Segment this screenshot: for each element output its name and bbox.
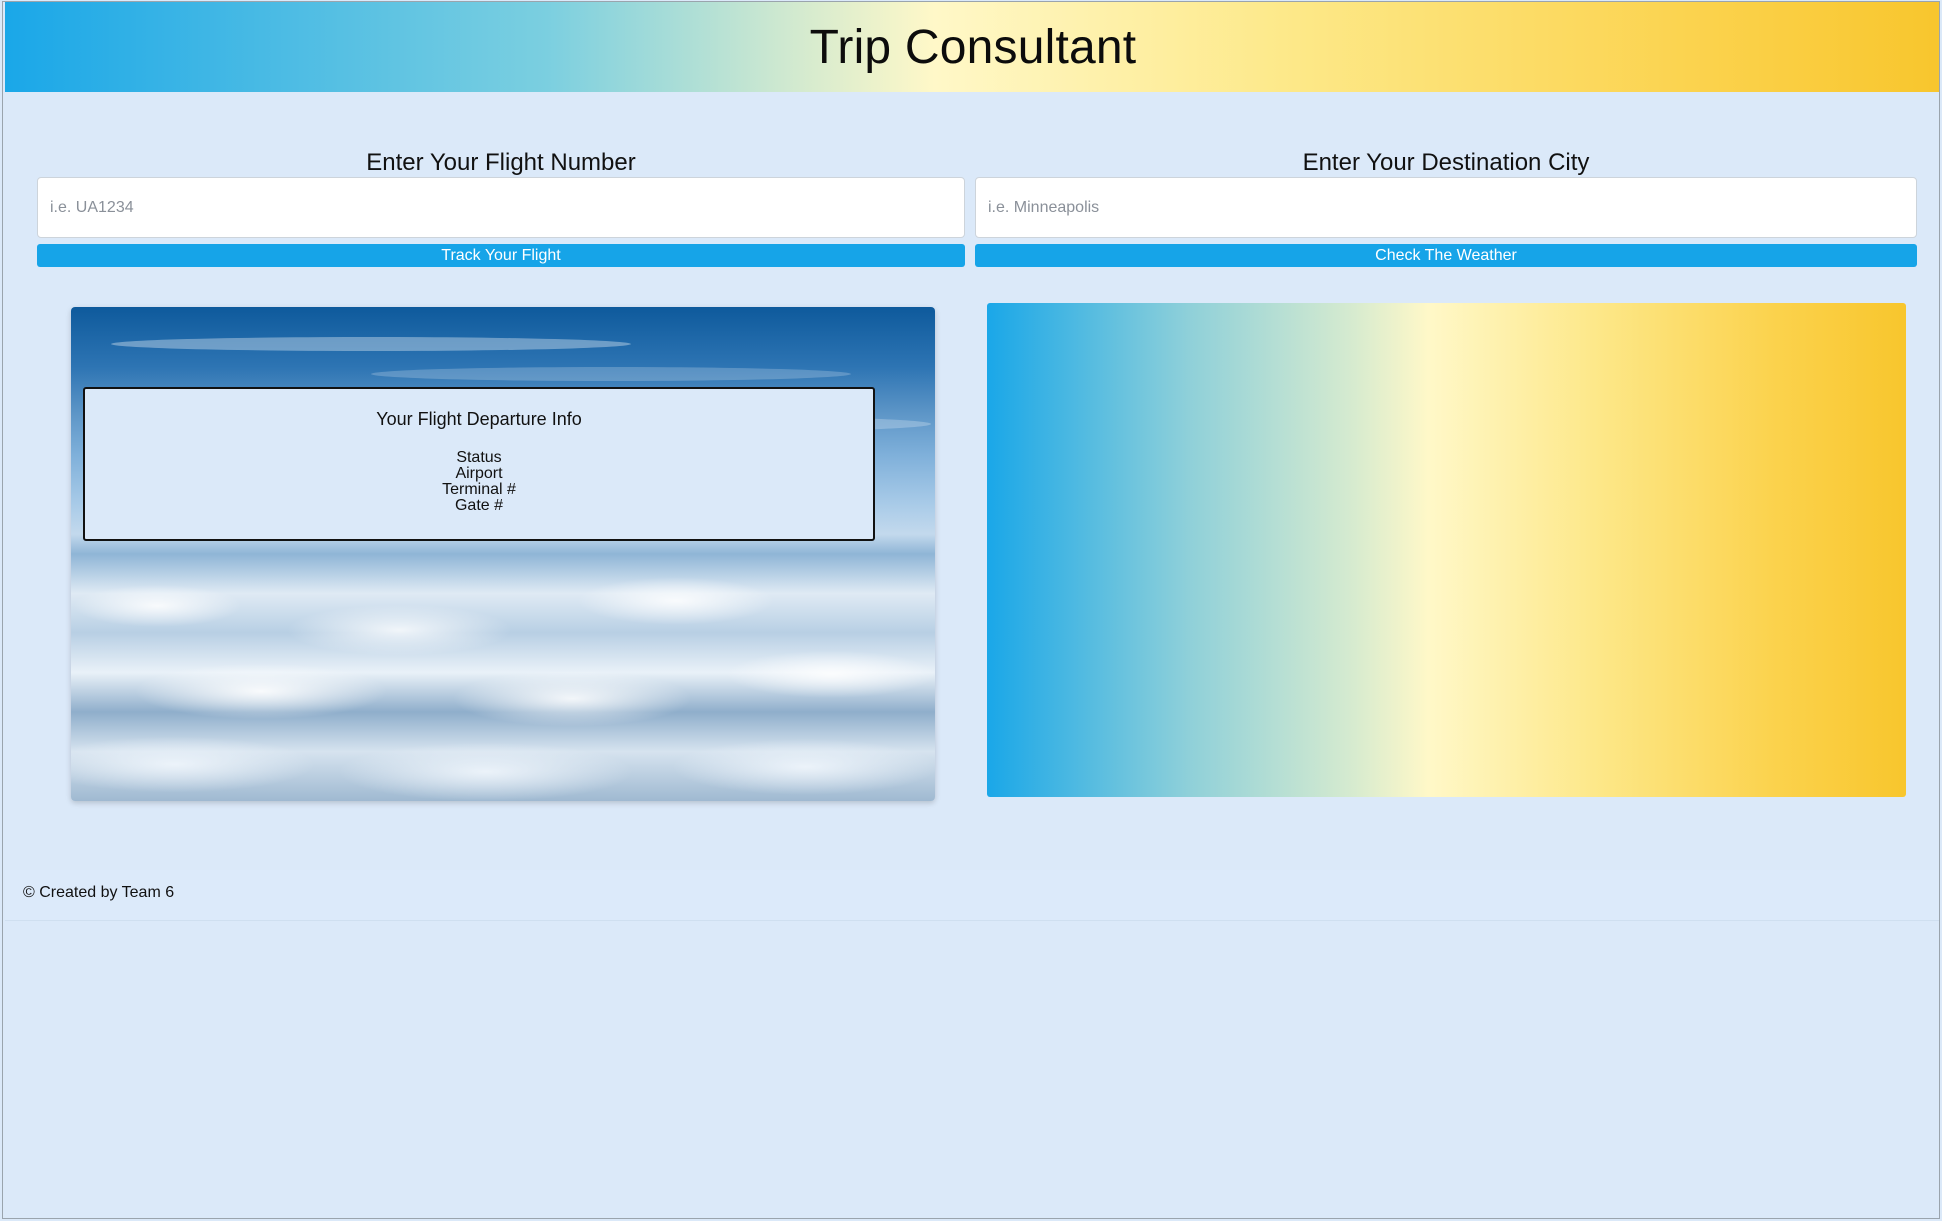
flight-number-input[interactable]	[37, 177, 965, 238]
browser-viewport: Trip Consultant Enter Your Flight Number…	[2, 1, 1940, 1219]
track-flight-button[interactable]: Track Your Flight	[37, 244, 965, 267]
departure-info-panel: Your Flight Departure Info Status Airpor…	[83, 387, 875, 541]
gate-label: Gate #	[454, 497, 504, 514]
departure-info-fields: Status Airport Terminal # Gate #	[85, 450, 873, 514]
flight-number-heading: Enter Your Flight Number	[366, 148, 636, 176]
cloud-streak	[111, 337, 631, 351]
cloud-streak	[371, 367, 851, 381]
airport-label: Airport	[455, 465, 503, 482]
destination-city-heading: Enter Your Destination City	[1302, 148, 1590, 176]
check-weather-button[interactable]: Check The Weather	[975, 244, 1917, 267]
terminal-label: Terminal #	[442, 481, 516, 498]
site-title: Trip Consultant	[809, 20, 1137, 74]
sky-clouds-image	[71, 307, 935, 801]
site-footer: © Created by Team 6	[5, 870, 1939, 921]
weather-results-panel	[987, 303, 1906, 797]
destination-city-input[interactable]	[975, 177, 1917, 238]
departure-info-title: Your Flight Departure Info	[376, 409, 582, 429]
site-header: Trip Consultant	[5, 2, 1939, 92]
status-label: Status	[456, 449, 502, 466]
cloud-layer	[71, 557, 935, 801]
flight-info-card: Your Flight Departure Info Status Airpor…	[71, 307, 935, 801]
footer-credit: © Created by Team 6	[23, 884, 175, 901]
